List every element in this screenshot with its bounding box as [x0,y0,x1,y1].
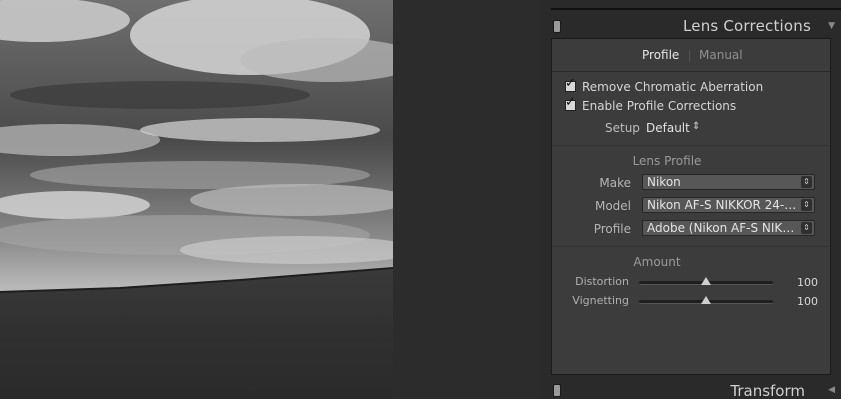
model-value: Nikon AF-S NIKKOR 24-70m... [647,198,801,212]
setup-label: Setup [605,121,640,135]
tab-bar: Profile Manual [552,39,830,72]
transform-header[interactable]: Transform ◀ [551,379,841,399]
profile-value: Adobe (Nikon AF-S NIKKOR... [647,221,801,235]
model-select[interactable]: Nikon AF-S NIKKOR 24-70m... ⇕ [642,197,815,213]
slider-thumb[interactable] [701,296,711,304]
make-select[interactable]: Nikon ⇕ [642,174,815,190]
panel-divider [551,8,841,10]
make-label: Make [599,176,631,190]
panel-title: Lens Corrections [682,17,811,35]
checkbox-label: Enable Profile Corrections [582,99,737,113]
right-panel: Lens Corrections ▼ Profile Manual ✓ Remo… [541,0,841,399]
distortion-label: Distortion [575,275,629,288]
panel-toggle-switch[interactable] [553,20,561,33]
lens-corrections-header[interactable]: Lens Corrections ▼ [551,13,841,39]
tab-manual[interactable]: Manual [699,48,743,62]
triangle-down-icon[interactable]: ▼ [828,21,835,31]
divider [552,145,830,146]
divider [552,246,830,247]
checkmark-icon: ✓ [565,76,576,91]
distortion-value[interactable]: 100 [790,276,818,289]
updown-arrows-icon[interactable]: ⇕ [801,199,812,211]
slider-thumb[interactable] [701,277,711,285]
updown-arrows-icon[interactable]: ⇕ [801,176,812,188]
gutter [393,0,541,399]
checkbox-label: Remove Chromatic Aberration [582,80,764,94]
profile-select[interactable]: Adobe (Nikon AF-S NIKKOR... ⇕ [642,220,815,236]
lens-profile-title: Lens Profile [632,154,702,168]
tab-profile[interactable]: Profile [642,48,679,62]
distortion-slider[interactable] [639,277,773,285]
triangle-left-icon[interactable]: ◀ [828,385,835,395]
checkmark-icon: ✓ [565,95,576,110]
tab-separator [689,50,690,62]
vignetting-value[interactable]: 100 [790,295,818,308]
updown-arrows-icon[interactable]: ⇕ [692,121,700,132]
transform-title: Transform [730,382,805,399]
photo-preview[interactable] [0,0,393,399]
model-label: Model [594,199,631,213]
profile-label: Profile [593,222,631,236]
make-value: Nikon [647,175,681,189]
amount-title: Amount [633,255,681,269]
panel-toggle-switch[interactable] [553,384,561,397]
setup-dropdown[interactable]: Default [646,121,690,135]
vignetting-label: Vignetting [572,294,629,307]
lens-corrections-panel: Profile Manual ✓ Remove Chromatic Aberra… [551,38,831,375]
updown-arrows-icon[interactable]: ⇕ [801,222,812,234]
vignetting-slider[interactable] [639,296,773,304]
